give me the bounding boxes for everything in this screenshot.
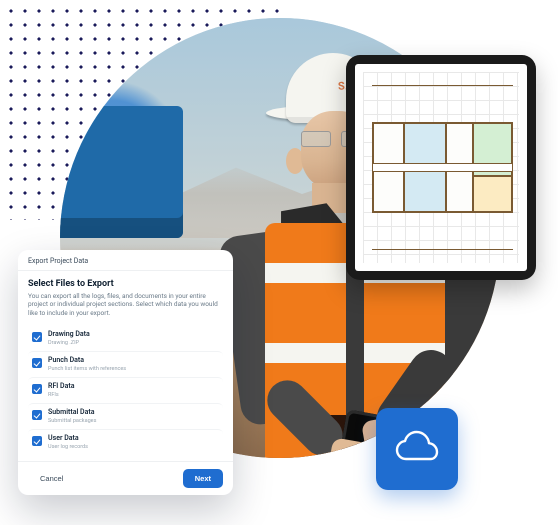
option-sub: Punch list items with references — [48, 366, 219, 372]
option-label: Drawing Data — [48, 331, 219, 339]
floorplan — [372, 122, 513, 213]
export-option-user[interactable]: User Data User log records — [28, 429, 223, 455]
option-label: Punch Data — [48, 357, 219, 365]
dimension-line-bottom — [372, 249, 513, 250]
option-sub: Submittal packages — [48, 418, 219, 424]
corridor — [373, 163, 512, 172]
export-option-submittal[interactable]: Submittal Data Submittal packages — [28, 403, 223, 429]
option-sub: RFIs — [48, 392, 219, 398]
dialog-title: Select Files to Export — [28, 279, 223, 289]
export-option-rfi[interactable]: RFI Data RFIs — [28, 377, 223, 403]
option-sub: User log records — [48, 444, 219, 450]
checkbox-icon[interactable] — [32, 436, 42, 446]
checkbox-icon[interactable] — [32, 384, 42, 394]
dimension-line-top — [372, 85, 513, 86]
room-5 — [473, 176, 512, 212]
option-label: RFI Data — [48, 383, 219, 391]
export-option-punch[interactable]: Punch Data Punch list items with referen… — [28, 351, 223, 377]
dialog-description: You can export all the logs, files, and … — [28, 292, 223, 318]
export-dialog: Export Project Data Select Files to Expo… — [18, 250, 233, 495]
cancel-button[interactable]: Cancel — [28, 469, 75, 488]
next-button[interactable]: Next — [183, 469, 223, 488]
export-option-drawing[interactable]: Drawing Data Drawing .ZIP — [28, 326, 223, 351]
option-sub: Drawing .ZIP — [48, 340, 219, 346]
blue-equipment — [60, 106, 183, 238]
cloud-icon — [393, 429, 441, 469]
cloud-tile[interactable] — [376, 408, 458, 490]
dialog-body: Select Files to Export You can export al… — [18, 271, 233, 461]
tablet-mockup — [346, 55, 536, 280]
checkbox-icon[interactable] — [32, 332, 42, 342]
dialog-header: Export Project Data — [18, 250, 233, 271]
checkbox-icon[interactable] — [32, 358, 42, 368]
option-label: Submittal Data — [48, 409, 219, 417]
checkbox-icon[interactable] — [32, 410, 42, 420]
dialog-footer: Cancel Next — [18, 461, 233, 495]
option-label: User Data — [48, 435, 219, 443]
tablet-screen — [355, 64, 527, 271]
